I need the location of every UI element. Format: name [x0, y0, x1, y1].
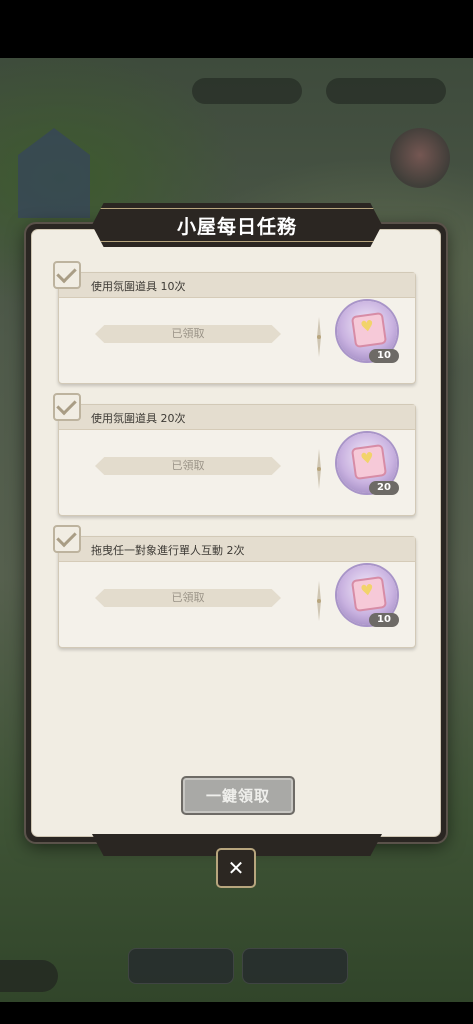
claimed-status: 已領取 — [95, 457, 281, 475]
task-description: 拖曳任一對象進行單人互動 2次 — [91, 544, 245, 557]
close-button[interactable]: ✕ — [216, 848, 256, 888]
task-header: 拖曳任一對象進行單人互動 2次 — [59, 537, 415, 562]
gift-box-icon — [350, 575, 388, 613]
gift-box-icon — [350, 443, 388, 481]
reward-item[interactable]: 10 — [337, 301, 399, 363]
reward-count: 10 — [369, 349, 399, 363]
task-header: 使用氛圍道具 10次 — [59, 273, 415, 298]
task-header: 使用氛圍道具 20次 — [59, 405, 415, 430]
reward-item[interactable]: 10 — [337, 565, 399, 627]
dialog-title: 小屋每日任務 — [176, 215, 297, 238]
house-icon — [18, 128, 90, 218]
task-card: 使用氛圍道具 10次 已領取 10 — [53, 261, 416, 384]
checkbox-checked-icon — [53, 261, 81, 289]
claimed-status: 已領取 — [95, 325, 281, 343]
checkbox-checked-icon — [53, 525, 81, 553]
gift-box-icon — [350, 311, 388, 349]
task-description: 使用氛圍道具 20次 — [91, 412, 186, 425]
bottom-menu-button — [128, 948, 234, 984]
divider-ornament — [317, 449, 321, 489]
title-banner: 小屋每日任務 — [92, 203, 382, 247]
claim-all-button[interactable]: 一鍵領取 — [181, 776, 295, 815]
reward-count: 10 — [369, 613, 399, 627]
checkbox-checked-icon — [53, 393, 81, 421]
claimed-status: 已領取 — [95, 589, 281, 607]
currency-pill — [192, 78, 302, 104]
heart-icon — [390, 128, 450, 188]
reward-count: 20 — [369, 481, 399, 495]
divider-ornament — [317, 317, 321, 357]
task-card: 拖曳任一對象進行單人互動 2次 已領取 10 — [53, 525, 416, 648]
back-button — [0, 960, 58, 992]
task-card: 使用氛圍道具 20次 已領取 20 — [53, 393, 416, 516]
reward-item[interactable]: 20 — [337, 433, 399, 495]
task-description: 使用氛圍道具 10次 — [91, 280, 186, 293]
divider-ornament — [317, 581, 321, 621]
bottom-menu-button — [242, 948, 348, 984]
close-icon: ✕ — [227, 856, 245, 880]
currency-pill — [326, 78, 446, 104]
